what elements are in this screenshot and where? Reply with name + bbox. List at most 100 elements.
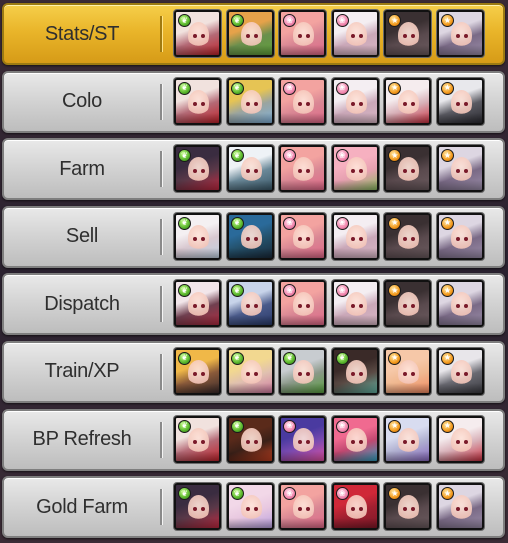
fire-element-icon: ★ — [388, 487, 402, 501]
team-preset-row[interactable]: Colo ❦ ❦ ❀ ❀ ★ ★ — [2, 70, 505, 133]
portrait-eye — [463, 507, 468, 512]
unit-portrait[interactable]: ❦ — [226, 347, 274, 395]
portrait-eye — [403, 439, 408, 444]
fire-element-icon: ★ — [388, 284, 402, 298]
unit-portrait[interactable]: ❀ — [331, 10, 379, 57]
fire-element-icon: ★ — [440, 149, 454, 163]
leaf-element-icon: ❦ — [178, 216, 191, 230]
row-divider — [160, 353, 162, 390]
unit-portrait[interactable]: ★ — [384, 483, 432, 531]
leaf-element-icon: ❦ — [178, 14, 191, 27]
portrait-eye — [350, 101, 355, 106]
team-preset-row[interactable]: Stats/ST ❦ ❦ ❀ ❀ ★ ★ — [2, 3, 505, 65]
unit-portrait[interactable]: ❦ — [226, 212, 274, 260]
portrait-eye — [358, 371, 363, 376]
portrait-eye — [245, 507, 250, 512]
unit-portrait[interactable]: ★ — [436, 280, 484, 328]
leaf-element-icon: ❦ — [335, 351, 349, 365]
unit-portrait[interactable]: ❦ — [174, 483, 221, 531]
water-element-icon: ❀ — [283, 216, 297, 230]
portrait-eye — [193, 169, 197, 174]
unit-portrait[interactable]: ★ — [436, 415, 484, 463]
team-preset-label: Sell — [65, 225, 99, 248]
unit-portrait[interactable]: ❦ — [226, 415, 274, 463]
portrait-eye — [298, 34, 303, 38]
unit-portrait[interactable]: ❦ — [174, 347, 221, 395]
team-preset-row[interactable]: Train/XP ❦ ❦ ❦ ❦ ★ ★ — [2, 340, 505, 403]
portrait-eye — [350, 439, 355, 444]
unit-portrait[interactable]: ❦ — [226, 77, 274, 125]
leaf-element-icon: ❦ — [178, 149, 191, 163]
portrait-eye — [253, 304, 258, 309]
portrait-eye — [193, 236, 197, 241]
unit-portrait[interactable]: ❀ — [331, 483, 379, 531]
unit-portrait[interactable]: ❦ — [226, 483, 274, 531]
unit-portrait[interactable]: ❦ — [226, 10, 274, 57]
portrait-eye — [298, 439, 303, 444]
unit-portrait[interactable]: ★ — [384, 415, 432, 463]
leaf-element-icon: ❦ — [178, 351, 191, 365]
unit-portrait[interactable]: ❀ — [331, 145, 379, 193]
unit-portrait[interactable]: ❦ — [174, 212, 221, 260]
unit-portrait[interactable]: ❦ — [174, 10, 221, 57]
row-divider — [160, 83, 162, 120]
unit-portrait[interactable]: ★ — [384, 77, 432, 125]
portrait-eye — [253, 236, 258, 241]
unit-portrait[interactable]: ★ — [436, 10, 484, 57]
portrait-eye — [411, 371, 416, 376]
unit-portrait[interactable]: ❦ — [174, 145, 221, 193]
portrait-eye — [463, 34, 468, 38]
unit-portrait[interactable]: ★ — [384, 145, 432, 193]
unit-portrait[interactable]: ❀ — [279, 10, 327, 57]
portrait-eye — [298, 101, 303, 106]
unit-portrait[interactable]: ❀ — [331, 280, 379, 328]
leaf-element-icon: ❦ — [178, 487, 191, 501]
unit-portrait[interactable]: ❦ — [226, 145, 274, 193]
leaf-element-icon: ❦ — [230, 149, 244, 163]
unit-portrait[interactable]: ★ — [384, 280, 432, 328]
portrait-eye — [455, 34, 460, 38]
portrait-eye — [193, 371, 197, 376]
unit-portrait[interactable]: ★ — [384, 212, 432, 260]
portrait-eye — [306, 371, 311, 376]
unit-portrait[interactable]: ★ — [384, 347, 432, 395]
portrait-eye — [298, 236, 303, 241]
unit-portrait[interactable]: ❦ — [331, 347, 379, 395]
team-preset-row[interactable]: Sell ❦ ❦ ❀ ❀ ★ ★ — [2, 205, 505, 268]
water-element-icon: ❀ — [283, 284, 297, 298]
team-preset-row[interactable]: Farm ❦ ❦ ❀ ❀ ★ ★ — [2, 138, 505, 201]
unit-portrait[interactable]: ❀ — [279, 145, 327, 193]
unit-portrait[interactable]: ★ — [436, 145, 484, 193]
portrait-eye — [201, 304, 205, 309]
unit-portrait[interactable]: ❀ — [279, 280, 327, 328]
unit-portrait[interactable]: ★ — [436, 77, 484, 125]
team-preset-row[interactable]: Dispatch ❦ ❦ ❀ ❀ ★ ★ — [2, 273, 505, 336]
team-unit-slots: ❦ ❦ ❀ ❀ ★ ★ — [174, 415, 490, 463]
unit-portrait[interactable]: ❦ — [174, 415, 221, 463]
unit-portrait[interactable]: ❀ — [331, 77, 379, 125]
unit-portrait[interactable]: ❦ — [174, 77, 221, 125]
unit-portrait[interactable]: ❦ — [279, 347, 327, 395]
unit-portrait[interactable]: ❀ — [279, 483, 327, 531]
portrait-eye — [245, 439, 250, 444]
unit-portrait[interactable]: ❀ — [331, 415, 379, 463]
portrait-eye — [411, 439, 416, 444]
portrait-eye — [463, 101, 468, 106]
unit-portrait[interactable]: ❀ — [279, 77, 327, 125]
portrait-eye — [201, 236, 205, 241]
unit-portrait[interactable]: ❦ — [174, 280, 221, 328]
team-preset-row[interactable]: Gold Farm ❦ ❦ ❀ ❀ ★ ★ — [2, 476, 505, 539]
unit-portrait[interactable]: ★ — [384, 10, 432, 57]
unit-portrait[interactable]: ★ — [436, 483, 484, 531]
water-element-icon: ❀ — [283, 149, 297, 163]
water-element-icon: ❀ — [283, 81, 297, 95]
portrait-eye — [463, 236, 468, 241]
unit-portrait[interactable]: ❀ — [279, 212, 327, 260]
unit-portrait[interactable]: ❦ — [226, 280, 274, 328]
unit-portrait[interactable]: ★ — [436, 347, 484, 395]
unit-portrait[interactable]: ❀ — [279, 415, 327, 463]
portrait-eye — [411, 34, 416, 38]
unit-portrait[interactable]: ★ — [436, 212, 484, 260]
team-preset-row[interactable]: BP Refresh ❦ ❦ ❀ ❀ ★ ★ — [2, 408, 505, 471]
unit-portrait[interactable]: ❀ — [331, 212, 379, 260]
